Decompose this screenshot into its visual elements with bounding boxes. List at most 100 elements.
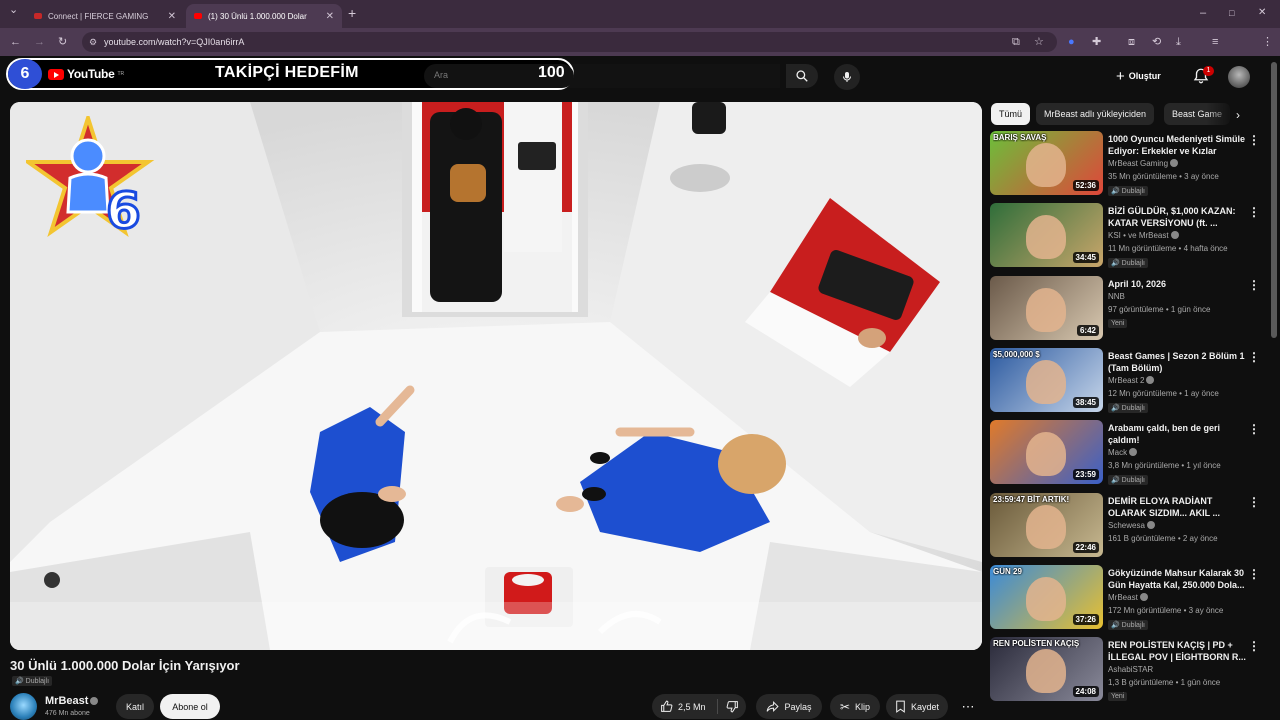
overlay-channel-badge: 6 (8, 59, 42, 89)
thumbs-down-icon (726, 701, 738, 713)
install-app-icon[interactable]: ⧉ (1012, 28, 1020, 56)
plus-icon: + (1116, 67, 1125, 85)
browser-tab-2[interactable]: (1) 30 Ünlü 1.000.000 Dolar ✕ (186, 4, 342, 28)
recommendation-channel[interactable]: Mack (1108, 448, 1138, 457)
recommendation-title[interactable]: BİZİ GÜLDÜR, $1,000 KAZAN: KATAR VERSİYO… (1108, 205, 1246, 229)
channel-name[interactable]: MrBeast (45, 695, 99, 707)
translate-icon[interactable]: ⧈ (1128, 28, 1135, 56)
video-thumbnail[interactable]: 23:59 (990, 420, 1103, 485)
channel-avatar[interactable] (10, 693, 37, 720)
recommendation-item[interactable]: GÜN 29 37:26 Gökyüzünde Mahsur Kalarak 30 … (990, 564, 1270, 633)
more-options-icon[interactable]: ⋮ (1248, 278, 1260, 292)
tab-title: Connect | FIERCE GAMING (48, 11, 149, 21)
recommendation-title[interactable]: Gökyüzünde Mahsur Kalarak 30 Gün Hayatta… (1108, 567, 1246, 591)
video-player[interactable]: 6 (10, 102, 982, 650)
recommendation-title[interactable]: 1000 Oyuncu Medeniyeti Simüle Ediyor: Er… (1108, 133, 1246, 157)
more-options-icon[interactable]: ⋮ (1248, 350, 1260, 364)
browser-menu-icon[interactable]: ⋮ (1262, 28, 1273, 56)
side-panel-icon[interactable]: ≡ (1212, 28, 1218, 56)
youtube-logo[interactable]: YouTube TR (48, 67, 124, 81)
extension-icon[interactable]: ● (1068, 28, 1075, 56)
recommendation-title[interactable]: Arabamı çaldı, ben de geri çaldım! (1108, 422, 1246, 446)
voice-search-button[interactable] (834, 64, 860, 90)
video-thumbnail[interactable]: BARIŞ SAVAŞ 52:36 (990, 131, 1103, 195)
close-tab-icon[interactable]: ✕ (168, 11, 176, 22)
more-options-icon[interactable]: ⋮ (1248, 495, 1260, 509)
browser-toolbar: ← → ↻ ⚙ youtube.com/watch?v=QJI0an6irrA … (0, 28, 1280, 77)
share-button[interactable]: Paylaş (756, 694, 822, 719)
forward-icon[interactable]: → (34, 28, 45, 56)
search-button[interactable] (786, 64, 818, 88)
video-duration: 34:45 (1072, 252, 1099, 264)
browser-tab-1[interactable]: Connect | FIERCE GAMING ✕ (26, 4, 184, 28)
chevron-right-icon[interactable]: › (1236, 108, 1240, 122)
video-title: 30 Ünlü 1.000.000 Dolar İçin Yarışıyor (10, 658, 240, 673)
video-thumbnail[interactable]: 34:45 (990, 203, 1103, 268)
maximize-icon[interactable]: □ (1229, 0, 1234, 27)
recommendation-item[interactable]: 23:59 Arabamı çaldı, ben de geri çaldım! M… (990, 420, 1270, 488)
more-actions-icon[interactable]: ⋯ (956, 694, 980, 719)
new-tab-icon[interactable]: + (348, 0, 356, 27)
more-options-icon[interactable]: ⋮ (1248, 422, 1260, 436)
recommendation-title[interactable]: Beast Games | Sezon 2 Bölüm 1 (Tam Bölüm… (1108, 350, 1246, 374)
recommendation-item[interactable]: 6:42 April 10, 2026 NNB 97 görüntüleme • 1 … (990, 275, 1270, 344)
history-icon[interactable]: ⟲ (1152, 28, 1161, 56)
recommendation-channel[interactable]: KSI • ve MrBeast (1108, 231, 1179, 240)
recommendation-item[interactable]: 23:59:47 BİT ARTIK! 22:46 DEMİR ELOYA RADİ… (990, 492, 1270, 561)
video-thumbnail[interactable]: 6:42 (990, 275, 1103, 340)
join-button[interactable]: Katıl (116, 694, 154, 719)
recommendation-title[interactable]: DEMİR ELOYA RADİANT OLARAK SIZDIM... AKI… (1108, 495, 1246, 519)
create-button[interactable]: + Oluştur (1116, 66, 1161, 86)
video-thumbnail[interactable]: REN POLİSTEN KAÇIŞ 24:08 (990, 637, 1103, 702)
dislike-button[interactable] (718, 694, 746, 719)
clip-button[interactable]: ✂ Klip (830, 694, 880, 719)
recommendation-meta: 97 görüntüleme • 1 gün önce (1108, 304, 1211, 314)
download-icon[interactable]: ⤓ (1176, 28, 1181, 56)
more-options-icon[interactable]: ⋮ (1248, 639, 1260, 653)
more-options-icon[interactable]: ⋮ (1248, 205, 1260, 219)
save-button[interactable]: Kaydet (886, 694, 948, 719)
more-options-icon[interactable]: ⋮ (1248, 567, 1260, 581)
recommendation-item[interactable]: REN POLİSTEN KAÇIŞ 24:08 REN POLİSTEN KAÇI… (990, 637, 1270, 705)
verified-icon (90, 697, 99, 705)
video-thumbnail[interactable]: $5,000,000 $ 38:45 (990, 347, 1103, 412)
recommendation-channel[interactable]: Schewesa (1108, 520, 1155, 530)
bookmark-star-icon[interactable]: ☆ (1034, 28, 1044, 56)
chip-from-uploader[interactable]: MrBeast adlı yükleyiciden (1036, 103, 1155, 125)
extensions-puzzle-icon[interactable]: ✚ (1092, 28, 1101, 56)
video-duration: 6:42 (1076, 324, 1099, 336)
close-window-icon[interactable]: ✕ (1258, 0, 1266, 27)
page-scrollbar[interactable] (1271, 62, 1277, 338)
thumbnail-face (1026, 649, 1066, 694)
recommendation-item[interactable]: 34:45 BİZİ GÜLDÜR, $1,000 KAZAN: KATAR VE… (990, 203, 1270, 271)
thumbnail-face (1026, 287, 1066, 332)
recommendation-channel[interactable]: MrBeast Gaming (1108, 159, 1179, 168)
tab-list-icon[interactable]: ⌄ (9, 0, 18, 24)
recommendation-item[interactable]: $5,000,000 $ 38:45 Beast Games | Sezon 2 B… (990, 347, 1270, 416)
chip-all[interactable]: Tümü (991, 103, 1031, 125)
reload-icon[interactable]: ↻ (58, 28, 67, 56)
account-avatar[interactable] (1228, 66, 1250, 88)
more-options-icon[interactable]: ⋮ (1248, 133, 1260, 147)
recommendation-channel[interactable]: MrBeast (1108, 592, 1148, 602)
minimize-icon[interactable]: – (1200, 0, 1206, 27)
youtube-logo-text: YouTube (67, 67, 115, 81)
close-tab-icon[interactable]: ✕ (326, 11, 334, 22)
recommendation-channel[interactable]: NNB (1108, 292, 1125, 301)
address-bar[interactable]: ⚙ youtube.com/watch?v=QJI0an6irrA (82, 32, 1057, 52)
back-icon[interactable]: ← (10, 28, 21, 56)
like-button[interactable]: 2,5 Mn (652, 694, 718, 719)
youtube-play-icon (48, 68, 64, 80)
recommendation-title[interactable]: REN POLİSTEN KAÇIŞ | PD + İLLEGAL POV | … (1108, 639, 1246, 663)
new-badge: Yeni (1108, 318, 1128, 328)
video-duration: 37:26 (1072, 613, 1099, 625)
thumbnail-face (1026, 576, 1066, 621)
site-info-icon[interactable]: ⚙ (89, 32, 97, 52)
recommendation-title[interactable]: April 10, 2026 (1108, 278, 1246, 290)
recommendation-channel[interactable]: MrBeast 2 (1108, 375, 1155, 385)
video-thumbnail[interactable]: 23:59:47 BİT ARTIK! 22:46 (990, 492, 1103, 557)
recommendation-channel[interactable]: AshabiSTAR (1108, 665, 1153, 674)
video-thumbnail[interactable]: GÜN 29 37:26 (990, 564, 1103, 629)
recommendation-item[interactable]: BARIŞ SAVAŞ 52:36 1000 Oyuncu Medeniyeti S… (990, 131, 1270, 199)
subscribe-button[interactable]: Abone ol (160, 694, 220, 719)
